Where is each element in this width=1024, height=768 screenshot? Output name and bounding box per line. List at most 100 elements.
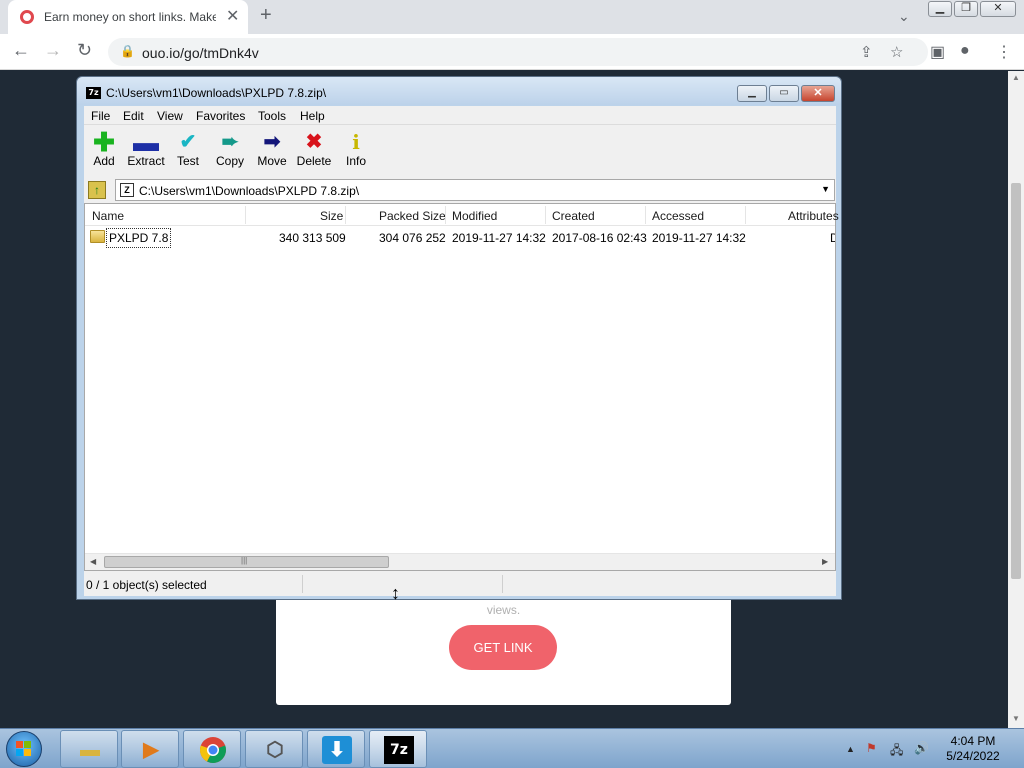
path-combobox[interactable]: Z C:\Users\vm1\Downloads\PXLPD 7.8.zip\ … bbox=[115, 179, 835, 201]
column-attributes[interactable]: Attributes bbox=[788, 209, 839, 223]
dropdown-arrow-icon[interactable]: ▼ bbox=[821, 184, 830, 194]
status-bar: 0 / 1 object(s) selected bbox=[84, 573, 836, 595]
file-list[interactable]: Name Size Packed Size Modified Created A… bbox=[84, 203, 839, 571]
taskbar-box-app[interactable]: ⬡ bbox=[245, 730, 303, 768]
menu-help[interactable]: Help bbox=[300, 109, 325, 123]
address-bar[interactable]: 🔒 ouo.io/go/tmDnk4v ⇪ ☆ bbox=[108, 38, 928, 66]
minus-icon: ▬ bbox=[133, 127, 159, 157]
window-maximize-button[interactable]: ▭ bbox=[769, 85, 799, 102]
forward-arrow-icon[interactable]: → bbox=[44, 40, 62, 61]
chrome-icon bbox=[198, 736, 228, 764]
browser-tab[interactable]: Earn money on short links. Make ✕ bbox=[8, 0, 248, 34]
system-clock[interactable]: 4:04 PM 5/24/2022 bbox=[944, 734, 1002, 764]
column-size[interactable]: Size bbox=[320, 209, 343, 223]
bookmark-star-icon[interactable]: ☆ bbox=[890, 43, 903, 61]
horizontal-scrollbar-thumb[interactable]: ||| bbox=[104, 556, 389, 568]
window-title: C:\Users\vm1\Downloads\PXLPD 7.8.zip\ bbox=[106, 86, 327, 100]
menu-view[interactable]: View bbox=[157, 109, 183, 123]
back-arrow-icon[interactable]: ← bbox=[12, 40, 30, 61]
browser-menu-icon[interactable]: ⋮ bbox=[996, 42, 1012, 62]
window-title-bar[interactable]: 7z C:\Users\vm1\Downloads\PXLPD 7.8.zip\… bbox=[77, 77, 841, 105]
taskbar: ▬ ▶ ⬡ ⬇ 7z ▲ ⚑ 🖧 🔊 4:04 PM 5/24/2022 bbox=[0, 728, 1024, 768]
side-panel-icon[interactable]: ▣ bbox=[930, 42, 945, 62]
file-explorer-icon: ▬ bbox=[80, 739, 100, 761]
taskbar-download-app[interactable]: ⬇ bbox=[307, 730, 365, 768]
show-hidden-icons-icon[interactable]: ▲ bbox=[846, 744, 855, 754]
up-folder-icon[interactable]: ↑ bbox=[88, 181, 106, 199]
media-player-icon: ▶ bbox=[143, 739, 159, 761]
download-icon: ⬇ bbox=[322, 736, 352, 764]
scroll-up-arrow-icon[interactable]: ▲ bbox=[1012, 73, 1020, 82]
url-text[interactable]: ouo.io/go/tmDnk4v bbox=[142, 45, 259, 61]
taskbar-media-player[interactable]: ▶ bbox=[121, 730, 179, 768]
clock-date: 5/24/2022 bbox=[946, 749, 1000, 763]
item-name[interactable]: PXLPD 7.8 bbox=[106, 228, 172, 248]
window-close-button[interactable]: ✕ bbox=[801, 85, 835, 102]
column-modified[interactable]: Modified bbox=[452, 209, 497, 223]
volume-icon[interactable]: 🔊 bbox=[914, 741, 929, 755]
info-button[interactable]: i Info bbox=[334, 130, 378, 174]
column-accessed[interactable]: Accessed bbox=[652, 209, 704, 223]
add-label: Add bbox=[93, 154, 115, 168]
reload-icon[interactable]: ↻ bbox=[77, 40, 92, 61]
scroll-down-arrow-icon[interactable]: ▼ bbox=[1012, 714, 1020, 723]
item-accessed: 2019-11-27 14:32 bbox=[652, 231, 746, 245]
action-center-flag-icon[interactable]: ⚑ bbox=[866, 741, 877, 755]
menu-file[interactable]: File bbox=[91, 109, 110, 123]
item-created: 2017-08-16 02:43 bbox=[552, 231, 647, 245]
restore-window-button[interactable]: ❐ bbox=[954, 1, 978, 17]
scroll-right-arrow-icon[interactable]: ▶ bbox=[822, 557, 828, 566]
taskbar-sevenzip[interactable]: 7z bbox=[369, 730, 427, 768]
taskbar-file-explorer[interactable]: ▬ bbox=[60, 730, 118, 768]
double-arrow-icon: ➨ bbox=[221, 131, 239, 153]
share-icon[interactable]: ⇪ bbox=[860, 43, 873, 61]
extract-label: Extract bbox=[127, 154, 165, 168]
taskbar-chrome[interactable] bbox=[183, 730, 241, 768]
info-label: Info bbox=[345, 154, 366, 168]
list-header: Name Size Packed Size Modified Created A… bbox=[85, 204, 839, 226]
minimize-window-button[interactable]: ▁ bbox=[928, 1, 952, 17]
move-button[interactable]: ➡ Move bbox=[250, 130, 294, 174]
box-icon: ⬡ bbox=[266, 739, 284, 761]
menu-favorites[interactable]: Favorites bbox=[196, 109, 245, 123]
move-label: Move bbox=[257, 154, 287, 168]
window-body: File Edit View Favorites Tools Help ✚ Ad… bbox=[82, 106, 839, 596]
delete-button[interactable]: ✖ Delete bbox=[292, 130, 336, 174]
sevenzip-window: 7z C:\Users\vm1\Downloads\PXLPD 7.8.zip\… bbox=[76, 76, 842, 600]
profile-avatar-icon[interactable]: ● bbox=[960, 42, 970, 60]
menu-edit[interactable]: Edit bbox=[123, 109, 144, 123]
add-button[interactable]: ✚ Add bbox=[82, 129, 126, 174]
menu-bar: File Edit View Favorites Tools Help bbox=[84, 106, 836, 125]
copy-label: Copy bbox=[215, 154, 244, 168]
path-text[interactable]: C:\Users\vm1\Downloads\PXLPD 7.8.zip\ bbox=[139, 184, 359, 198]
list-item[interactable]: PXLPD 7.8 340 313 509 304 076 252 2019-1… bbox=[85, 227, 835, 248]
test-button[interactable]: ✔ Test bbox=[166, 130, 210, 174]
copy-button[interactable]: ➨ Copy bbox=[208, 130, 252, 174]
folder-icon bbox=[90, 230, 105, 243]
column-name[interactable]: Name bbox=[92, 209, 124, 223]
page-scrollbar[interactable]: ▲ ▼ bbox=[1008, 71, 1024, 728]
column-packed-size[interactable]: Packed Size bbox=[379, 209, 446, 223]
delete-label: Delete bbox=[296, 154, 332, 168]
new-tab-icon[interactable]: + bbox=[260, 4, 272, 27]
tab-strip: Earn money on short links. Make ✕ + ⌄ ▁ … bbox=[0, 0, 1024, 34]
sevenzip-icon: 7z bbox=[384, 736, 414, 764]
column-created[interactable]: Created bbox=[552, 209, 595, 223]
get-link-button[interactable]: GET LINK bbox=[449, 625, 557, 670]
views-text: views. bbox=[486, 603, 521, 617]
network-icon[interactable]: 🖧 bbox=[890, 741, 903, 762]
menu-tools[interactable]: Tools bbox=[258, 109, 286, 123]
lock-icon[interactable]: 🔒 bbox=[120, 44, 135, 58]
tab-search-chevron-icon[interactable]: ⌄ bbox=[898, 8, 910, 25]
extract-button[interactable]: ▬ Extract bbox=[124, 127, 168, 174]
window-minimize-button[interactable]: ▁ bbox=[737, 85, 767, 102]
scrollbar-thumb[interactable] bbox=[1011, 183, 1021, 579]
item-packed-size: 304 076 252 bbox=[379, 231, 446, 245]
tab-close-icon[interactable]: ✕ bbox=[226, 6, 239, 26]
scroll-left-arrow-icon[interactable]: ◀ bbox=[90, 557, 96, 566]
close-window-button[interactable]: ✕ bbox=[980, 1, 1016, 17]
x-icon: ✖ bbox=[305, 131, 323, 153]
horizontal-scrollbar[interactable]: ◀ ||| ▶ bbox=[85, 553, 835, 570]
site-favicon-icon bbox=[20, 10, 34, 24]
start-button[interactable] bbox=[6, 731, 42, 767]
